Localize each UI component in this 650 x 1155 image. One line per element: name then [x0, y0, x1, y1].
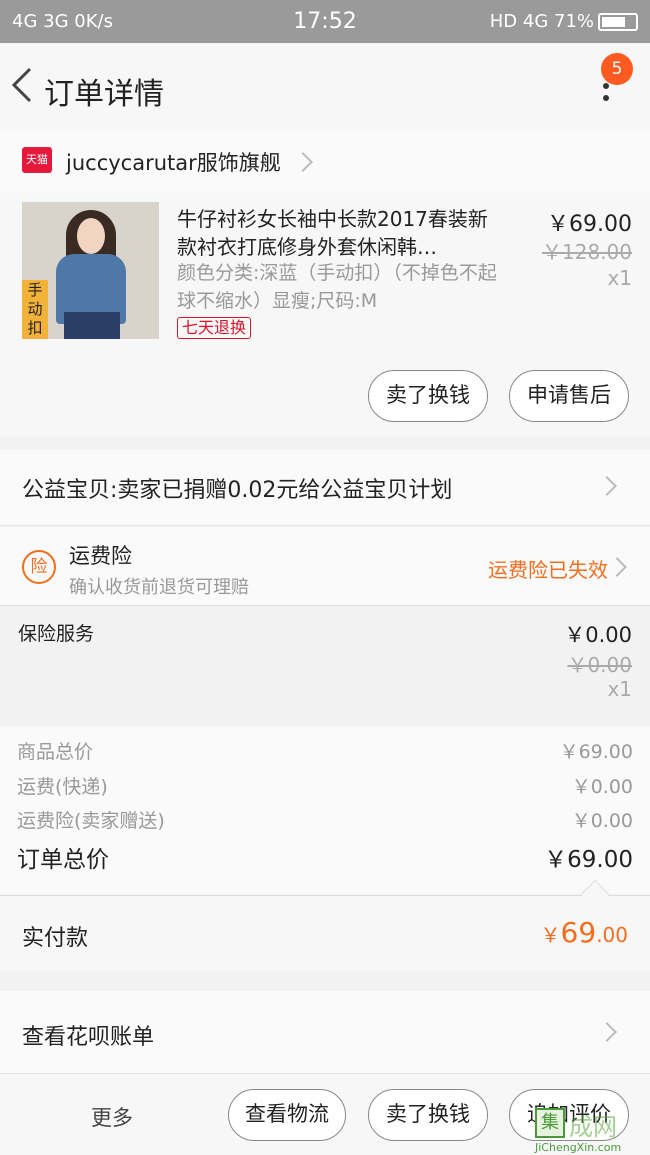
- charity-text: 公益宝贝:卖家已捐赠0.02元给公益宝贝计划: [22, 478, 453, 503]
- summary-value: ￥69.00: [559, 741, 633, 763]
- summary-value: ￥0.00: [571, 776, 633, 798]
- nav-bar: 订单详情 5: [0, 43, 650, 131]
- battery-icon: [598, 13, 638, 31]
- chevron-right-icon: [597, 476, 617, 496]
- product-quantity: x1: [607, 266, 632, 290]
- tmall-icon: 天猫: [22, 147, 52, 173]
- paid-decimal: .00: [596, 923, 628, 947]
- chevron-right-icon: [607, 557, 627, 577]
- paid-label: 实付款: [22, 926, 89, 951]
- summary-label: 运费险(卖家赠送): [17, 810, 165, 832]
- product-price: ￥69.00: [547, 212, 632, 237]
- paid-row: 实付款 ￥69.00: [0, 895, 650, 971]
- shop-name: juccycarutar服饰旗舰: [66, 151, 281, 175]
- return-policy-badge: 七天退换: [177, 317, 252, 339]
- service-original-price: ￥0.00: [567, 653, 632, 677]
- paid-currency: ￥: [540, 923, 561, 947]
- charity-row[interactable]: 公益宝贝:卖家已捐赠0.02元给公益宝贝计划: [0, 450, 650, 526]
- product-spec: 颜色分类:深蓝（手动扣）（不掉色不起球不缩水）显瘦;尺码:M: [177, 262, 497, 312]
- summary-row: 运费(快递) ￥0.00: [17, 772, 633, 799]
- chevron-left-icon: [11, 67, 32, 103]
- order-total-value: ￥69.00: [544, 847, 633, 873]
- product-original-price: ￥128.00: [542, 240, 632, 264]
- insurance-service-row: 保险服务 ￥0.00 ￥0.00 x1: [0, 607, 650, 713]
- product-title[interactable]: 牛仔衬衫女长袖中长款2017春装新款衬衣打底修身外套休闲韩…: [177, 205, 507, 263]
- page-title: 订单详情: [44, 77, 164, 112]
- paid-amount: ￥69.00: [541, 916, 628, 949]
- service-quantity: x1: [607, 677, 632, 701]
- shipping-insurance-row[interactable]: 险 运费险 确认收货前退货可理赔 运费险已失效: [0, 527, 650, 606]
- system-status: HD 4G 71%: [489, 11, 594, 32]
- after-sale-button[interactable]: 申请售后: [509, 370, 629, 422]
- chevron-right-icon: [293, 152, 313, 172]
- insurance-status: 运费险已失效: [488, 558, 608, 582]
- watermark-url: JiChengXin.com: [535, 1141, 622, 1154]
- service-label: 保险服务: [18, 623, 95, 645]
- shop-row[interactable]: 天猫 juccycarutar服饰旗舰: [0, 131, 650, 193]
- order-total-row: 订单总价 ￥69.00: [17, 840, 633, 874]
- chevron-right-icon: [597, 1022, 617, 1042]
- huabei-row[interactable]: 查看花呗账单: [0, 991, 650, 1073]
- back-button[interactable]: [8, 65, 38, 105]
- summary-value: ￥0.00: [571, 810, 633, 832]
- watermark-text: 成网: [569, 1113, 617, 1141]
- insurance-title: 运费险: [69, 544, 132, 568]
- order-total-label: 订单总价: [17, 847, 109, 873]
- watermark: 集 成网 JiChengXin.com: [535, 1105, 647, 1154]
- insurance-subtitle: 确认收货前退货可理赔: [69, 577, 249, 598]
- summary-label: 运费(快递): [17, 776, 108, 798]
- product-item: 手动扣 牛仔衬衫女长袖中长款2017春装新款衬衣打底修身外套休闲韩… 颜色分类:…: [0, 193, 650, 437]
- summary-label: 商品总价: [17, 741, 94, 763]
- status-bar: 4G 3G 0K/s 17:52 HD 4G 71%: [0, 0, 650, 43]
- summary-row: 运费险(卖家赠送) ￥0.00: [17, 806, 633, 833]
- thumb-tag: 手动扣: [22, 280, 48, 339]
- view-logistics-button[interactable]: 查看物流: [228, 1089, 346, 1141]
- resell-button[interactable]: 卖了换钱: [368, 370, 488, 422]
- insurance-icon: 险: [22, 550, 56, 584]
- summary-row: 商品总价 ￥69.00: [17, 737, 633, 764]
- dot-icon: [603, 95, 609, 101]
- more-button[interactable]: 更多: [91, 1102, 133, 1132]
- product-thumbnail[interactable]: 手动扣: [22, 202, 159, 339]
- resell-button[interactable]: 卖了换钱: [368, 1089, 488, 1141]
- price-summary: 商品总价 ￥69.00 运费(快递) ￥0.00 运费险(卖家赠送) ￥0.00…: [0, 726, 650, 894]
- watermark-logo-icon: 集: [535, 1108, 565, 1138]
- service-price: ￥0.00: [564, 623, 632, 647]
- dot-icon: [603, 83, 609, 89]
- huabei-text: 查看花呗账单: [22, 1025, 155, 1050]
- paid-integer: 69: [560, 916, 597, 949]
- notification-badge: 5: [601, 53, 633, 85]
